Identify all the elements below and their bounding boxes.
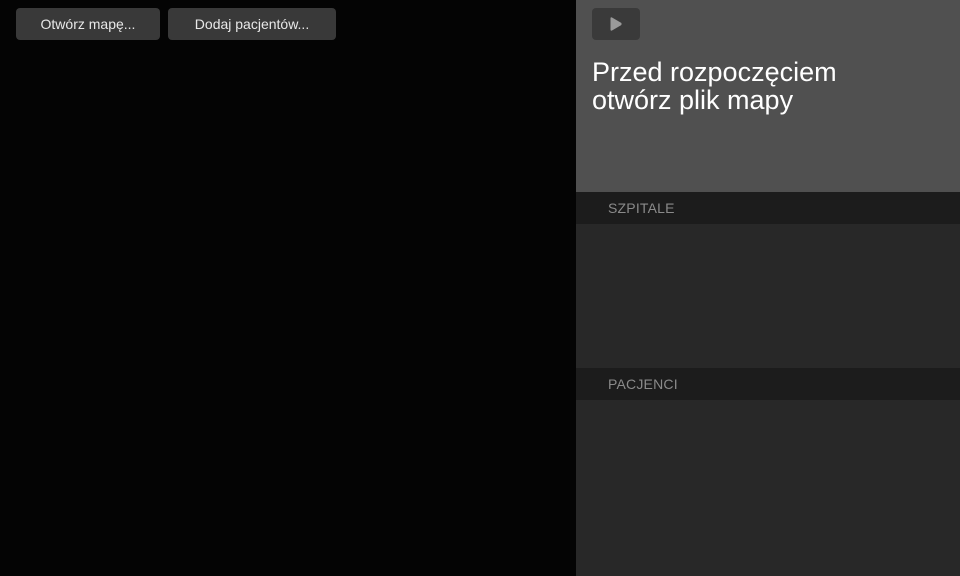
status-block: Przed rozpoczęciem otwórz plik mapy: [576, 0, 960, 192]
hospitals-list[interactable]: [576, 224, 960, 368]
side-panel: Przed rozpoczęciem otwórz plik mapy SZPI…: [576, 0, 960, 576]
map-canvas[interactable]: Otwórz mapę... Dodaj pacjentów...: [0, 0, 576, 576]
patients-section-header: PACJENCI: [576, 368, 960, 400]
open-map-button[interactable]: Otwórz mapę...: [16, 8, 160, 40]
add-patients-button[interactable]: Dodaj pacjentów...: [168, 8, 336, 40]
hospitals-section-header: SZPITALE: [576, 192, 960, 224]
patients-list[interactable]: [576, 400, 960, 576]
status-message: Przed rozpoczęciem otwórz plik mapy: [592, 57, 837, 115]
toolbar: Otwórz mapę... Dodaj pacjentów...: [16, 8, 336, 40]
app-window: Otwórz mapę... Dodaj pacjentów... Przed …: [0, 0, 960, 576]
play-button[interactable]: [592, 8, 640, 40]
play-icon: [609, 16, 623, 32]
